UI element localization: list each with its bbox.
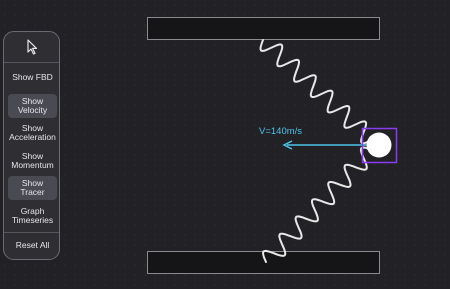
reset-all-button[interactable]: Reset All (8, 237, 57, 255)
cursor-tool-button[interactable] (23, 38, 41, 56)
show-fbd-button[interactable]: Show FBD (8, 68, 57, 88)
show-momentum-button[interactable]: Show Momentum (8, 149, 57, 173)
velocity-label: V=140m/s (259, 126, 303, 137)
show-acceleration-button[interactable]: Show Acceleration (8, 121, 57, 145)
toolbar-divider (4, 62, 59, 63)
show-velocity-button[interactable]: Show Velocity (8, 94, 57, 118)
toolbar-divider (4, 232, 59, 233)
pointer-arrow-icon (27, 39, 38, 55)
top-wall (147, 17, 380, 40)
ball[interactable] (366, 132, 392, 158)
toolbar: Show FBD Show Velocity Show Acceleration… (3, 31, 60, 260)
tracer-path (259, 39, 373, 263)
graph-timeseries-button[interactable]: Graph Timeseries (8, 204, 57, 228)
simulation-canvas[interactable]: V=140m/s (0, 0, 450, 289)
show-tracer-button[interactable]: Show Tracer (8, 176, 57, 200)
